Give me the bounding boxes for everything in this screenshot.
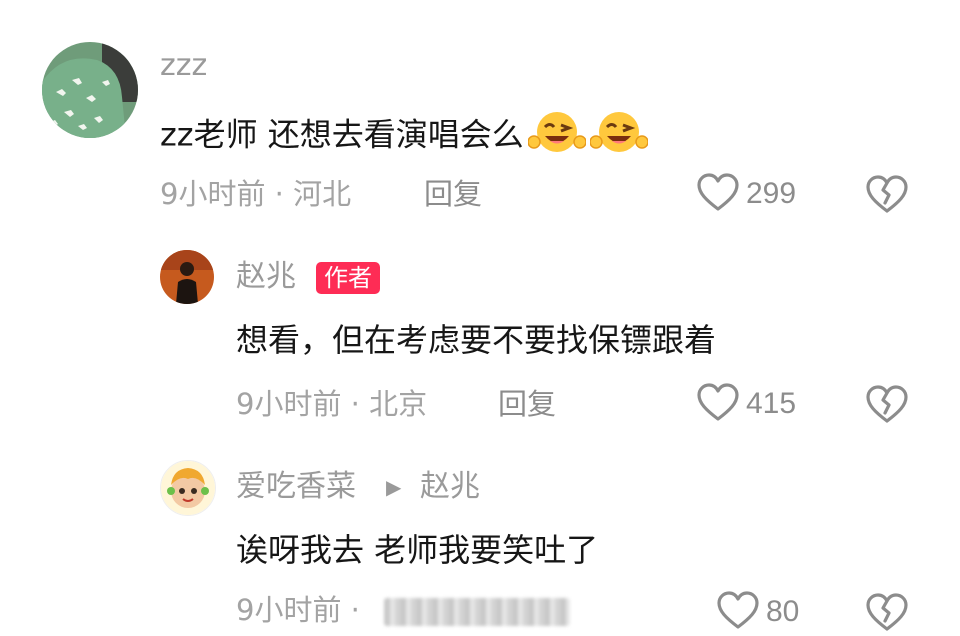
timestamp-location: 9小时前 · 河北 xyxy=(160,177,352,211)
comment-list: zzz zz老师 还想去看演唱会么 9小时前 · 河北 回复 299 赵兆 作者… xyxy=(0,0,960,636)
like-button[interactable]: 415 xyxy=(696,382,796,426)
triangle-right-icon: ▶ xyxy=(386,475,402,499)
reply-to-username[interactable]: 赵兆 xyxy=(420,469,480,505)
timestamp-location: 9小时前 · 北京 xyxy=(236,387,428,421)
like-button[interactable]: 80 xyxy=(716,590,799,634)
heart-outline-icon xyxy=(696,172,740,216)
username[interactable]: 爱吃香菜 xyxy=(236,469,356,505)
dislike-button[interactable] xyxy=(866,174,908,218)
broken-heart-icon xyxy=(866,593,908,636)
author-badge: 作者 xyxy=(316,262,380,294)
heart-outline-icon xyxy=(716,590,760,634)
username[interactable]: zzz xyxy=(160,48,207,84)
avatar[interactable] xyxy=(160,250,214,304)
comment-text: 想看，但在考虑要不要找保镖跟着 xyxy=(236,321,717,359)
comment-text: zz老师 还想去看演唱会么 xyxy=(160,108,649,165)
laughing-wink-emoji-icon xyxy=(589,108,649,165)
reply-button[interactable]: 回复 xyxy=(424,176,482,212)
dislike-button[interactable] xyxy=(866,384,908,428)
avatar[interactable] xyxy=(42,42,138,138)
like-count: 299 xyxy=(746,177,797,210)
broken-heart-icon xyxy=(866,175,908,218)
comment-text: 诶呀我去 老师我要笑吐了 xyxy=(236,531,599,569)
avatar[interactable] xyxy=(160,460,216,516)
heart-outline-icon xyxy=(696,382,740,426)
reply-button[interactable]: 回复 xyxy=(498,386,556,422)
dislike-button[interactable] xyxy=(866,592,908,636)
like-count: 80 xyxy=(766,595,800,628)
like-button[interactable]: 299 xyxy=(696,172,796,216)
timestamp-location: 9小时前 · xyxy=(236,593,360,627)
username[interactable]: 赵兆 xyxy=(236,259,296,295)
comment-text-body: zz老师 还想去看演唱会么 xyxy=(160,115,524,154)
broken-heart-icon xyxy=(866,385,908,428)
obscured-content xyxy=(384,598,570,626)
laughing-wink-emoji-icon xyxy=(527,108,587,165)
like-count: 415 xyxy=(746,387,797,420)
